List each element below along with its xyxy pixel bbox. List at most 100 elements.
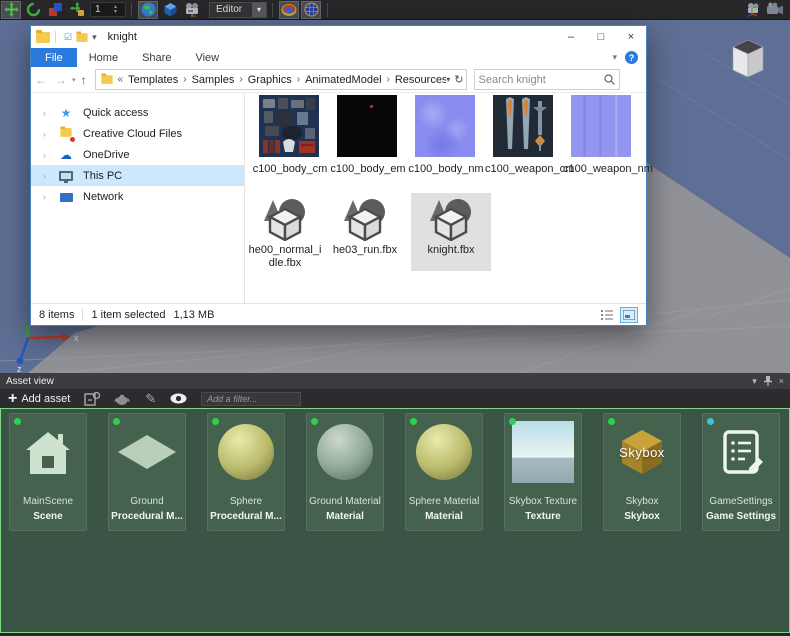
wireframe-sphere-button[interactable] [301, 1, 321, 19]
refresh-icon[interactable]: ↻ [454, 73, 463, 86]
address-bar[interactable]: « Templates › Samples › Graphics › Anima… [95, 69, 467, 90]
view-options-button[interactable] [170, 393, 187, 404]
nav-label[interactable]: Network [83, 191, 123, 203]
forward-button[interactable]: → [55, 73, 67, 87]
snap-value-input[interactable] [91, 4, 113, 15]
camera-settings-button[interactable] [182, 1, 202, 19]
expand-chevron-icon[interactable]: › [43, 108, 57, 118]
search-input[interactable] [479, 74, 604, 86]
tab-home[interactable]: Home [77, 48, 130, 67]
search-box[interactable] [474, 69, 620, 90]
file-item-knight-selected[interactable]: knight.fbx [411, 193, 491, 271]
render-camera-button[interactable] [765, 1, 785, 19]
game-mode-dropdown[interactable]: Editor ▾ [209, 2, 267, 18]
history-chevron-icon[interactable]: ▾ [72, 76, 76, 84]
asset-tile-ground-material[interactable]: Ground Material Material [306, 413, 384, 531]
snap-value-stepper[interactable]: ▲▼ [90, 2, 126, 17]
edit-asset-button[interactable]: ✎ [145, 391, 156, 407]
asset-tile-gamesettings[interactable]: GameSettings Game Settings [702, 413, 780, 531]
add-asset-button[interactable]: + Add asset [8, 392, 70, 406]
file-name[interactable]: c100_body_em [329, 163, 407, 176]
local-space-button[interactable] [160, 1, 180, 19]
breadcrumb-segment[interactable]: Resources [395, 74, 446, 86]
thumbnails-view-button[interactable] [620, 307, 638, 323]
details-view-button[interactable] [598, 307, 616, 323]
panel-collapse-chevron-icon[interactable]: ▾ [752, 376, 757, 387]
file-thumbnail-c100-weapon-cm[interactable] [493, 95, 553, 157]
tab-file[interactable]: File [31, 48, 77, 67]
file-thumbnail-c100-body-nm[interactable] [415, 95, 475, 157]
asset-tile-sphere[interactable]: Sphere Procedural M... [207, 413, 285, 531]
asset-view-titlebar[interactable]: Asset view ▾ × [0, 373, 790, 389]
maximize-button[interactable]: □ [586, 26, 616, 48]
ribbon-collapse-chevron-icon[interactable]: ▾ [612, 52, 617, 63]
nav-item-network[interactable]: › Network [31, 186, 244, 207]
snap-tool-button[interactable] [67, 1, 87, 19]
nav-label[interactable]: OneDrive [83, 149, 129, 161]
file-item-he00-normal-idle[interactable]: he00_normal_idle.fbx [245, 193, 325, 271]
breadcrumb[interactable]: « Templates › Samples › Graphics › Anima… [118, 74, 447, 86]
nav-label[interactable]: Creative Cloud Files [83, 128, 182, 140]
asset-tile-sphere-material[interactable]: Sphere Material Material [405, 413, 483, 531]
breadcrumb-segment[interactable]: Templates [128, 74, 178, 86]
scale-tool-button[interactable] [45, 1, 65, 19]
editor-toolbar: ▲▼ Editor ▾ [0, 0, 790, 20]
tab-view[interactable]: View [183, 48, 231, 67]
asset-tile-mainscene[interactable]: MainScene Scene [9, 413, 87, 531]
expand-chevron-icon[interactable]: › [43, 192, 57, 202]
address-dropdown-chevron-icon[interactable]: ▾ [446, 75, 450, 84]
pin-icon[interactable] [764, 376, 772, 386]
asset-tile-skybox[interactable]: Skybox Skybox Skybox [603, 413, 681, 531]
minimize-button[interactable]: – [556, 26, 586, 48]
nav-item-this-pc[interactable]: › This PC [31, 165, 244, 186]
camera-gizmo-toggle-button[interactable] [743, 1, 763, 19]
file-name[interactable]: c100_body_nm [407, 163, 485, 176]
expand-chevron-icon[interactable]: › [43, 171, 57, 181]
file-thumbnail-c100-body-em[interactable] [337, 95, 397, 157]
breadcrumb-segment[interactable]: Graphics [248, 74, 292, 86]
close-button[interactable]: × [616, 26, 646, 48]
tab-share[interactable]: Share [130, 48, 183, 67]
asset-filter-input[interactable] [201, 392, 301, 406]
explorer-titlebar[interactable]: ☑ ▾ knight – □ × [31, 26, 646, 48]
qat-customize-chevron-icon[interactable]: ▾ [92, 32, 97, 43]
file-name[interactable]: c100_weapon_nm [563, 163, 641, 176]
breadcrumb-segment[interactable]: Samples [192, 74, 235, 86]
expand-chevron-icon[interactable]: › [43, 129, 57, 139]
asset-tile-skybox-texture[interactable]: Skybox Texture Texture [504, 413, 582, 531]
add-primitive-button[interactable] [114, 393, 131, 405]
world-space-button[interactable] [138, 1, 158, 19]
file-list[interactable]: c100_body_cm c100_body_em c100_body_nm c… [245, 93, 646, 303]
nav-item-quick-access[interactable]: › ★ Quick access [31, 102, 244, 123]
breadcrumb-segment[interactable]: AnimatedModel [305, 74, 381, 86]
nav-item-creative-cloud[interactable]: › Creative Cloud Files [31, 123, 244, 144]
asset-tile-ground[interactable]: Ground Procedural M... [108, 413, 186, 531]
expand-chevron-icon[interactable]: › [43, 150, 57, 160]
rotate-tool-button[interactable] [23, 1, 43, 19]
file-name[interactable]: c100_body_cm [251, 163, 329, 176]
file-item-he03-run[interactable]: he03_run.fbx [325, 193, 405, 271]
help-button[interactable]: ? [625, 51, 638, 64]
file-thumbnail-c100-body-cm[interactable] [259, 95, 319, 157]
file-name[interactable]: knight.fbx [411, 244, 491, 257]
chevron-down-icon[interactable]: ▾ [252, 3, 266, 17]
import-asset-button[interactable] [84, 392, 100, 406]
file-name[interactable]: c100_weapon_cm [485, 163, 563, 176]
new-folder-icon[interactable] [76, 33, 87, 42]
up-button[interactable]: ↑ [81, 73, 87, 87]
file-name[interactable]: he00_normal_idle.fbx [245, 244, 325, 270]
back-button[interactable]: ← [35, 73, 47, 87]
asset-view-content-drop-highlight[interactable]: MainScene Scene Ground Procedural M... S… [0, 408, 790, 633]
search-icon[interactable] [604, 74, 615, 85]
nav-item-onedrive[interactable]: › ☁ OneDrive [31, 144, 244, 165]
file-thumbnail-c100-weapon-nm[interactable] [571, 95, 631, 157]
nav-label[interactable]: This PC [83, 170, 122, 182]
panel-close-icon[interactable]: × [779, 376, 784, 386]
material-highlight-button[interactable] [279, 1, 299, 19]
orientation-cube-gizmo[interactable] [733, 40, 763, 77]
move-tool-button[interactable] [1, 1, 21, 19]
file-name[interactable]: he03_run.fbx [325, 244, 405, 257]
properties-icon[interactable]: ☑ [64, 32, 72, 43]
spinner-arrows-icon[interactable]: ▲▼ [113, 5, 120, 15]
nav-label[interactable]: Quick access [83, 107, 148, 119]
